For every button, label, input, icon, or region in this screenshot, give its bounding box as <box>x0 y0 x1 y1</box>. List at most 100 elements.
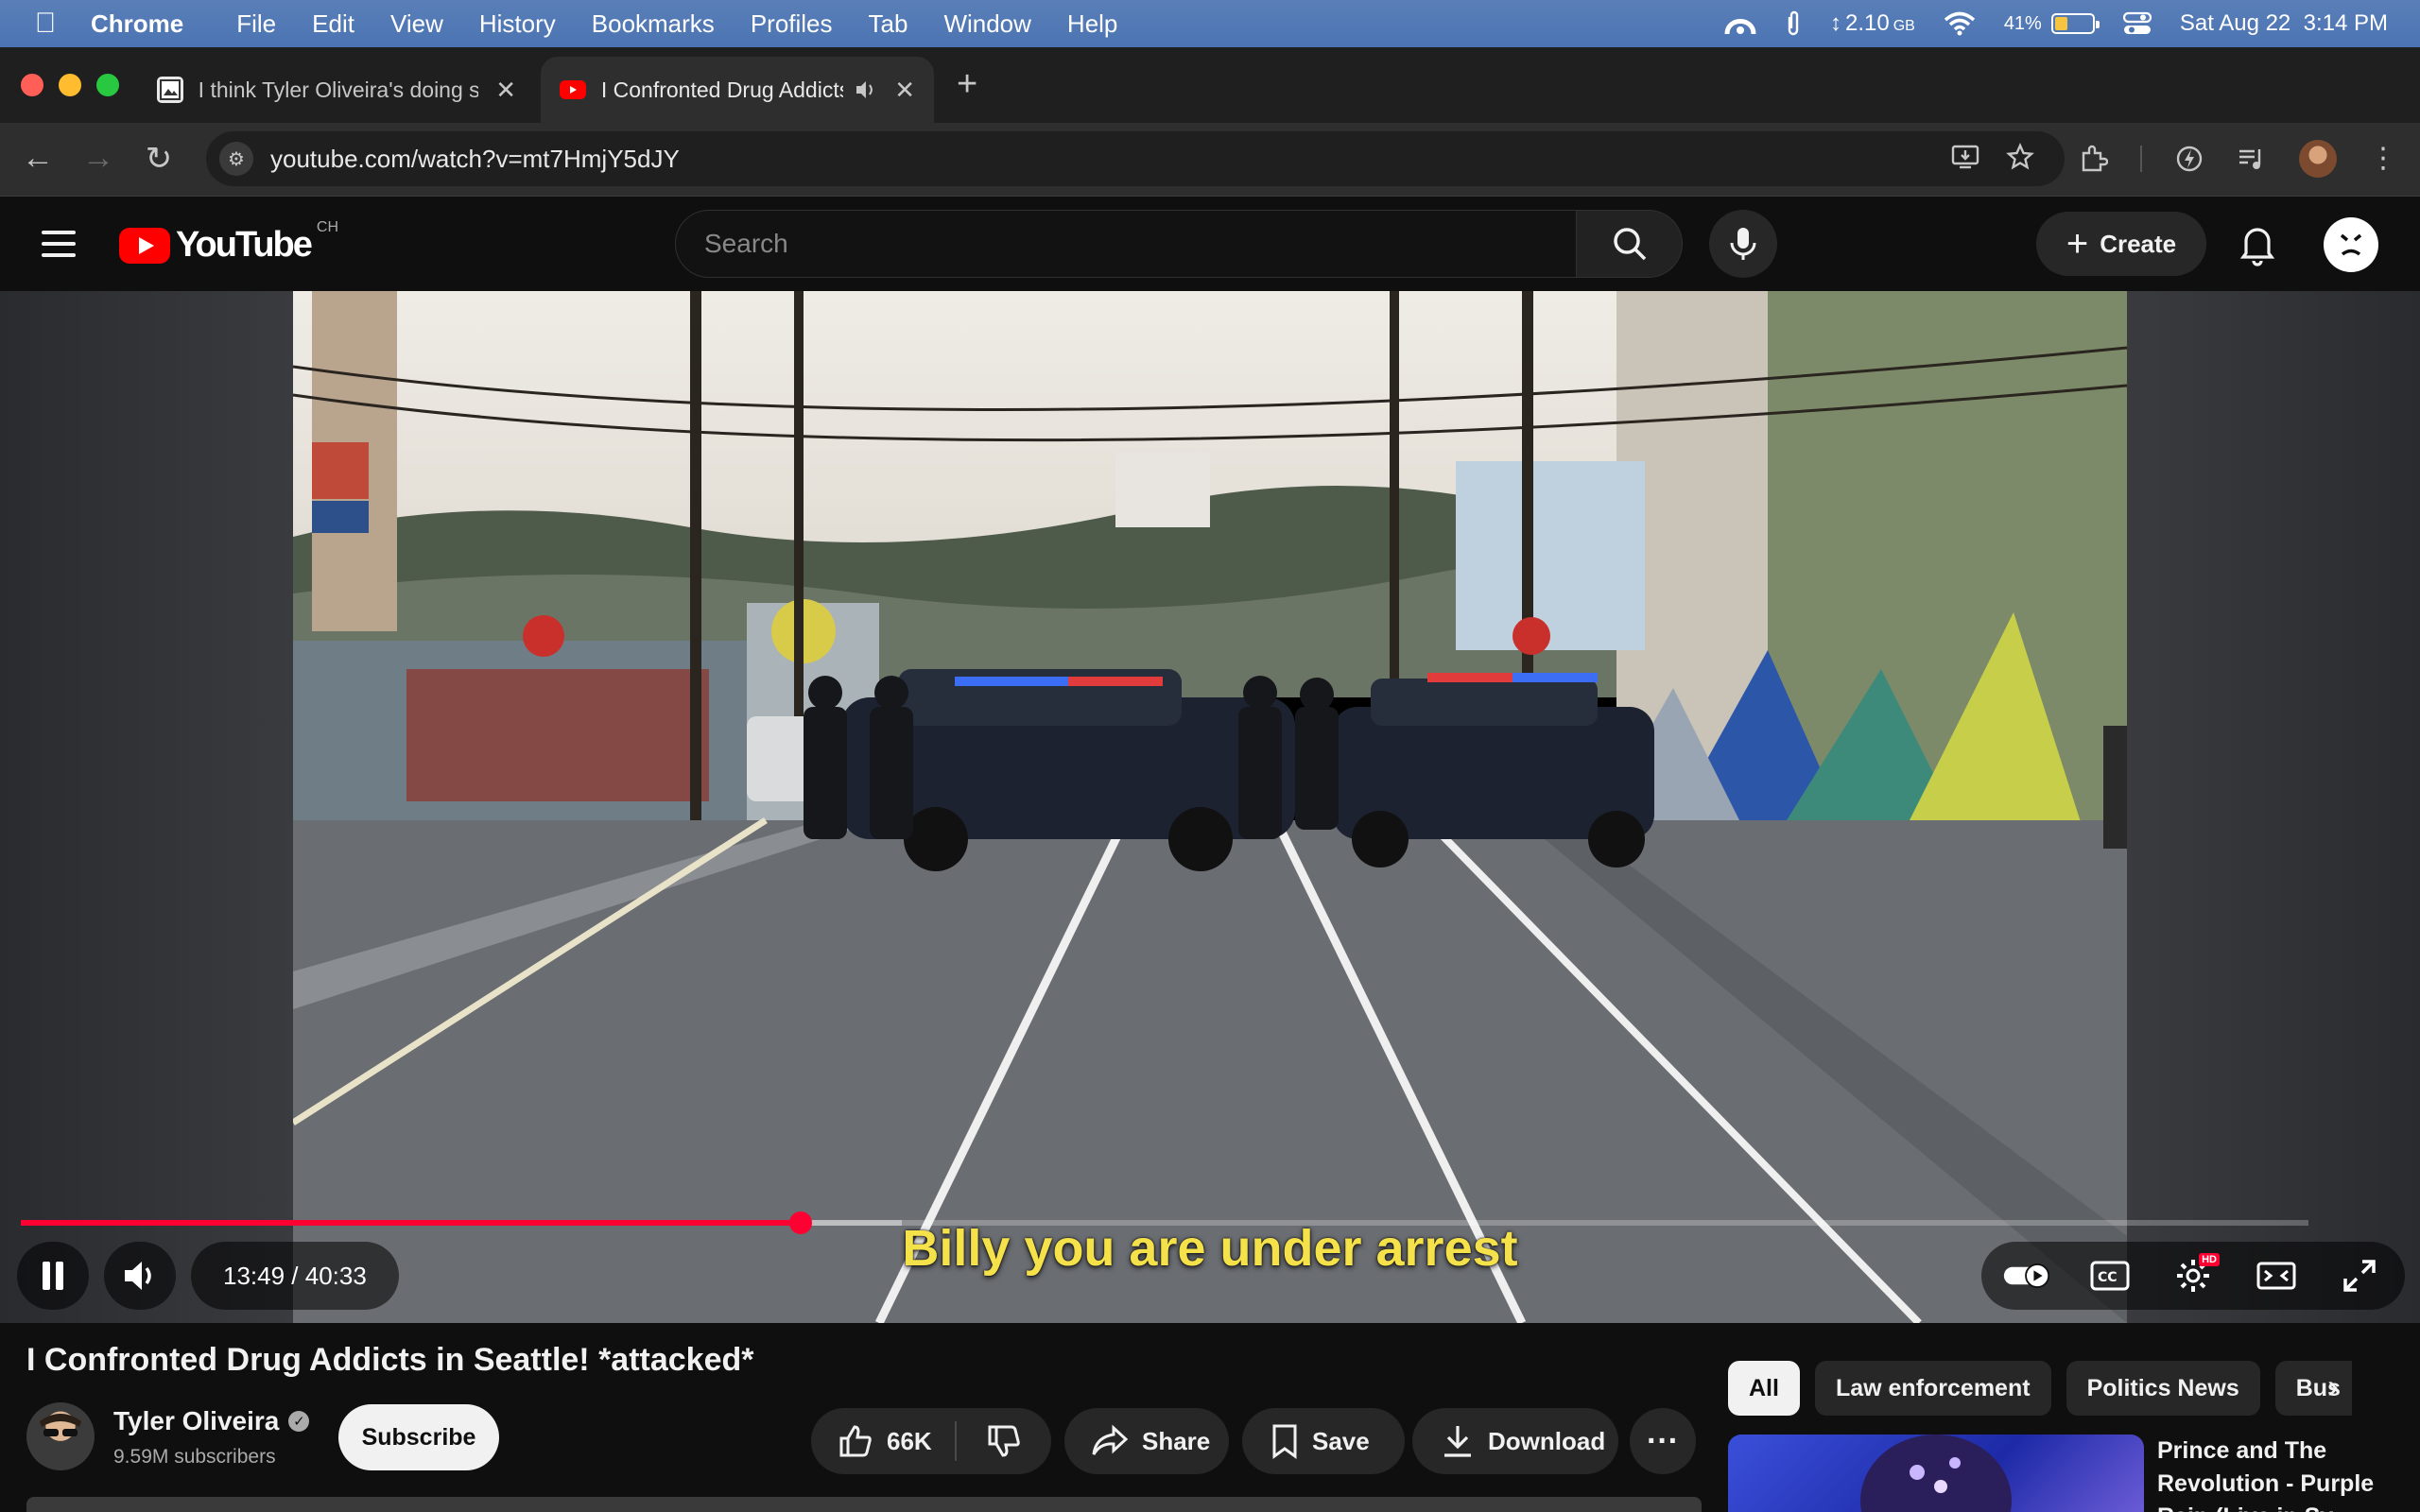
chip-all[interactable]: All <box>1728 1361 1800 1416</box>
chip-politics-news[interactable]: Politics News <box>2066 1361 2260 1416</box>
chip-law-enforcement[interactable]: Law enforcement <box>1814 1361 2051 1416</box>
menu-profiles[interactable]: Profiles <box>751 9 833 39</box>
menu-view[interactable]: View <box>390 9 443 39</box>
search-placeholder: Search <box>704 229 788 258</box>
like-button[interactable]: 66K <box>811 1423 955 1459</box>
tab-audio-icon[interactable] <box>855 79 877 100</box>
guide-menu-icon[interactable] <box>42 231 76 257</box>
battery-status[interactable]: 41% <box>2003 12 2100 35</box>
tab-close-icon[interactable]: ✕ <box>495 76 516 105</box>
like-count: 66K <box>887 1426 932 1455</box>
ambient-right <box>2127 291 2420 1323</box>
menu-bookmarks[interactable]: Bookmarks <box>592 9 715 39</box>
subtitles-button[interactable]: CC <box>2085 1251 2135 1300</box>
new-tab-icon[interactable]: + <box>957 64 977 105</box>
tab-youtube[interactable]: I Confronted Drug Addicts ✕ <box>541 57 934 123</box>
plus-icon: + <box>2066 222 2089 265</box>
menu-window[interactable]: Window <box>943 9 1030 39</box>
window-zoom-button[interactable] <box>96 74 119 96</box>
more-actions-icon[interactable]: ··· <box>1630 1408 1696 1474</box>
performance-icon[interactable] <box>2174 144 2204 174</box>
share-button[interactable]: Share <box>1064 1408 1229 1474</box>
verified-check-icon: ✓ <box>288 1411 310 1432</box>
subscribe-button[interactable]: Subscribe <box>338 1404 499 1470</box>
share-label: Share <box>1142 1426 1211 1455</box>
fullscreen-icon <box>2343 1260 2376 1292</box>
site-info-icon[interactable]: ⚙ <box>219 142 253 176</box>
ambient-left <box>0 291 293 1323</box>
menu-edit[interactable]: Edit <box>312 9 354 39</box>
voice-search-button[interactable] <box>1709 210 1777 278</box>
time-text: 13:49 / 40:33 <box>223 1261 367 1290</box>
arc-icon[interactable] <box>1724 11 1756 36</box>
download-label: Download <box>1488 1426 1606 1455</box>
fullscreen-button[interactable] <box>2335 1251 2384 1300</box>
tab-title: I Confronted Drug Addicts <box>600 77 844 102</box>
play-pause-button[interactable] <box>17 1242 89 1310</box>
account-face-icon <box>2340 233 2362 256</box>
toolbar-separator <box>2140 146 2142 172</box>
video-frame[interactable] <box>293 291 2127 1323</box>
dislike-button[interactable] <box>957 1423 1051 1459</box>
macos-menu-bar:  Chrome File Edit View History Bookmark… <box>0 0 2420 47</box>
omnibox-actions <box>1951 143 2034 171</box>
back-icon[interactable]: ← <box>17 140 59 177</box>
chip-business[interactable]: Bus <box>2274 1361 2352 1416</box>
like-dislike-group: 66K <box>811 1408 1051 1474</box>
search-input[interactable]: Search <box>675 210 1577 278</box>
create-button[interactable]: + Create <box>2036 212 2206 276</box>
volume-button[interactable] <box>104 1242 176 1310</box>
recommended-video-title[interactable]: Prince and The Revolution - Purple Rain … <box>2157 1435 2394 1512</box>
channel-name[interactable]: Tyler Oliveira ✓ <box>113 1406 310 1436</box>
menu-help[interactable]: Help <box>1067 9 1117 39</box>
share-arrow-icon <box>1092 1424 1129 1455</box>
recommended-video-title-text: Prince and The Revolution - Purple Rain … <box>2157 1437 2375 1512</box>
menu-tab[interactable]: Tab <box>869 9 908 39</box>
notifications-bell-icon[interactable] <box>2235 221 2280 266</box>
window-close-button[interactable] <box>21 74 43 96</box>
media-controls-icon[interactable] <box>2237 144 2267 174</box>
profile-avatar[interactable] <box>2299 140 2337 178</box>
memory-indicator[interactable]: ↕ 2.10 GB <box>1830 10 1915 37</box>
save-button[interactable]: Save <box>1242 1408 1405 1474</box>
video-player[interactable] <box>0 291 2420 1323</box>
download-button[interactable]: Download <box>1412 1408 1618 1474</box>
url-text[interactable]: youtube.com/watch?v=mt7HmjY5dJY <box>270 145 680 174</box>
youtube-play-logo-icon <box>119 227 170 264</box>
paperclip-icon[interactable] <box>1785 9 1802 38</box>
player-right-controls: CC HD <box>1981 1242 2405 1310</box>
menu-history[interactable]: History <box>479 9 556 39</box>
chrome-toolbar: ← → ↻ ⚙ youtube.com/watch?v=mt7HmjY5dJY … <box>0 123 2420 197</box>
account-avatar[interactable] <box>2324 217 2378 272</box>
menu-file[interactable]: File <box>236 9 276 39</box>
menu-app-name[interactable]: Chrome <box>91 9 183 39</box>
chrome-menu-icon[interactable]: ⋮ <box>2369 145 2397 173</box>
control-center-icon[interactable] <box>2122 11 2152 36</box>
time-display: 13:49 / 40:33 <box>191 1242 399 1310</box>
settings-button[interactable]: HD <box>2169 1251 2220 1300</box>
microphone-icon <box>1730 228 1756 260</box>
reload-icon[interactable]: ↻ <box>138 140 180 178</box>
closed-captions-icon: CC <box>2090 1261 2130 1291</box>
menubar-clock[interactable]: Sat Aug 22 3:14 PM <box>2180 10 2388 37</box>
battery-percent: 41% <box>2003 12 2042 34</box>
install-app-icon[interactable] <box>1951 143 1979 171</box>
forward-icon[interactable]: → <box>78 140 119 177</box>
create-label: Create <box>2100 229 2177 258</box>
extensions-icon[interactable] <box>2078 144 2108 174</box>
apple-menu-icon[interactable]:  <box>0 8 91 40</box>
window-minimize-button[interactable] <box>59 74 81 96</box>
wifi-icon[interactable] <box>1944 11 1976 36</box>
bookmark-star-icon[interactable] <box>2006 143 2034 171</box>
channel-avatar[interactable] <box>26 1402 95 1470</box>
youtube-logo[interactable]: YouTube CH <box>119 219 338 266</box>
address-bar[interactable]: ⚙ youtube.com/watch?v=mt7HmjY5dJY <box>206 131 2065 186</box>
recommended-video-thumbnail[interactable] <box>1728 1435 2144 1512</box>
search-button[interactable] <box>1577 210 1683 278</box>
tab-close-icon[interactable]: ✕ <box>894 76 915 105</box>
pause-icon <box>43 1262 63 1290</box>
autoplay-toggle[interactable] <box>2002 1251 2051 1300</box>
theater-mode-button[interactable] <box>2252 1251 2301 1300</box>
tab-reddit[interactable]: I think Tyler Oliveira's doing s ✕ <box>138 57 535 123</box>
chips-next-chevron-icon[interactable]: › <box>2327 1366 2339 1406</box>
